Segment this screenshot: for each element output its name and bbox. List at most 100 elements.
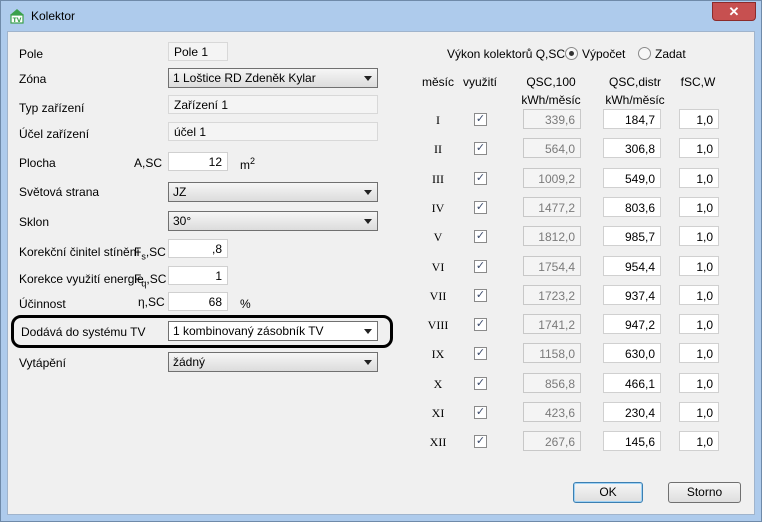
pole-field: Pole 1 xyxy=(168,42,228,61)
qsc100-cell: 1477,2 xyxy=(523,197,581,217)
typ-field[interactable]: Zařízení 1 xyxy=(168,95,378,114)
header-qscdistr-unit: kWh/měsíc xyxy=(605,93,665,107)
storno-button[interactable]: Storno xyxy=(668,482,741,503)
vytapeni-dropdown[interactable]: žádný xyxy=(168,352,378,372)
fsc-cell[interactable]: 1,0 xyxy=(679,314,719,334)
vypocet-radio[interactable] xyxy=(565,47,578,60)
zadat-label[interactable]: Zadat xyxy=(655,47,686,61)
month-label: I xyxy=(436,113,440,127)
zona-label: Zóna xyxy=(19,72,47,86)
ok-button[interactable]: OK xyxy=(573,482,643,503)
header-qsc100: QSC,100 xyxy=(526,75,576,89)
month-label: XI xyxy=(431,406,445,420)
vyuziti-checkbox[interactable]: ✓ xyxy=(474,142,487,155)
vytapeni-value: žádný xyxy=(173,355,206,369)
qscdistr-cell[interactable]: 947,2 xyxy=(603,314,661,334)
vyuziti-checkbox[interactable]: ✓ xyxy=(474,289,487,302)
dialog-window: TV Kolektor ✕ Pole Pole 1 Zóna 1 Loštice… xyxy=(0,0,762,522)
sklon-label: Sklon xyxy=(19,215,50,229)
chevron-down-icon xyxy=(364,329,372,334)
chevron-down-icon xyxy=(364,190,372,195)
chevron-down-icon xyxy=(364,219,372,224)
vyuziti-checkbox[interactable]: ✓ xyxy=(474,406,487,419)
close-icon: ✕ xyxy=(728,4,740,19)
vyuziti-checkbox[interactable]: ✓ xyxy=(474,318,487,331)
strana-label: Světová strana xyxy=(19,185,100,199)
fsc-cell[interactable]: 1,0 xyxy=(679,373,719,393)
header-fsc: fSC,W xyxy=(680,75,716,89)
qscdistr-cell[interactable]: 803,6 xyxy=(603,197,661,217)
fsc-cell[interactable]: 1,0 xyxy=(679,285,719,305)
month-label: VIII xyxy=(427,318,449,332)
ucinnost-label: Účinnost xyxy=(19,297,66,311)
qscdistr-cell[interactable]: 145,6 xyxy=(603,431,661,451)
dodava-value: 1 kombinovaný zásobník TV xyxy=(173,324,324,338)
qsc100-cell: 267,6 xyxy=(523,431,581,451)
qscdistr-cell[interactable]: 630,0 xyxy=(603,343,661,363)
fsc-cell[interactable]: 1,0 xyxy=(679,256,719,276)
qscdistr-cell[interactable]: 306,8 xyxy=(603,138,661,158)
svg-text:TV: TV xyxy=(13,17,22,24)
fsc-cell[interactable]: 1,0 xyxy=(679,402,719,422)
ucel-label: Účel zařízení xyxy=(19,127,90,141)
dodava-dropdown[interactable]: 1 kombinovaný zásobník TV xyxy=(168,321,378,341)
ucinnost-input[interactable]: 68 xyxy=(168,292,228,311)
ucinnost-symbol: η,SC xyxy=(138,295,165,309)
strana-dropdown[interactable]: JZ xyxy=(168,182,378,202)
vyuziti-checkbox[interactable]: ✓ xyxy=(474,347,487,360)
zadat-radio[interactable] xyxy=(638,47,651,60)
qscdistr-cell[interactable]: 184,7 xyxy=(603,109,661,129)
vypocet-label[interactable]: Výpočet xyxy=(582,47,625,61)
vyuziti-checkbox[interactable]: ✓ xyxy=(474,172,487,185)
fsc-cell[interactable]: 1,0 xyxy=(679,168,719,188)
plocha-label: Plocha xyxy=(19,156,56,170)
ucinnost-unit: % xyxy=(240,297,251,311)
fsc-cell[interactable]: 1,0 xyxy=(679,343,719,363)
header-qsc100-unit: kWh/měsíc xyxy=(521,93,581,107)
stineni-input[interactable]: ,8 xyxy=(168,239,228,258)
month-label: X xyxy=(433,377,443,391)
close-button[interactable]: ✕ xyxy=(712,2,756,21)
zona-value: 1 Loštice RD Zdeněk Kylar xyxy=(173,71,316,85)
qscdistr-cell[interactable]: 954,4 xyxy=(603,256,661,276)
qscdistr-cell[interactable]: 549,0 xyxy=(603,168,661,188)
vyuziti-checkbox[interactable]: ✓ xyxy=(474,201,487,214)
qscdistr-cell[interactable]: 230,4 xyxy=(603,402,661,422)
plocha-input[interactable]: 12 xyxy=(168,152,228,171)
ucel-field[interactable]: účel 1 xyxy=(168,122,378,141)
fsc-cell[interactable]: 1,0 xyxy=(679,109,719,129)
qsc100-cell: 1741,2 xyxy=(523,314,581,334)
vyuziti-input[interactable]: 1 xyxy=(168,266,228,285)
qsc100-cell: 339,6 xyxy=(523,109,581,129)
vyuziti-checkbox[interactable]: ✓ xyxy=(474,435,487,448)
typ-label: Typ zařízení xyxy=(19,101,85,115)
fsc-cell[interactable]: 1,0 xyxy=(679,226,719,246)
header-mesic: měsíc xyxy=(421,75,454,89)
month-label: VI xyxy=(431,260,445,274)
chevron-down-icon xyxy=(364,76,372,81)
vyuziti-checkbox[interactable]: ✓ xyxy=(474,113,487,126)
vyuziti-checkbox[interactable]: ✓ xyxy=(474,230,487,243)
month-label: XII xyxy=(429,435,447,449)
sklon-dropdown[interactable]: 30° xyxy=(168,211,378,231)
vyuziti-label: Korekce využití energie xyxy=(19,272,144,286)
fsc-cell[interactable]: 1,0 xyxy=(679,197,719,217)
qscdistr-cell[interactable]: 985,7 xyxy=(603,226,661,246)
qsc100-cell: 564,0 xyxy=(523,138,581,158)
title-bar[interactable]: TV Kolektor ✕ xyxy=(1,1,761,31)
fsc-cell[interactable]: 1,0 xyxy=(679,431,719,451)
fsc-cell[interactable]: 1,0 xyxy=(679,138,719,158)
qsc100-cell: 1754,4 xyxy=(523,256,581,276)
header-vyuziti: využití xyxy=(462,75,497,89)
qsc100-cell: 1812,0 xyxy=(523,226,581,246)
tv-house-icon: TV xyxy=(9,8,25,24)
qscdistr-cell[interactable]: 466,1 xyxy=(603,373,661,393)
vyuziti-checkbox[interactable]: ✓ xyxy=(474,260,487,273)
qsc100-cell: 423,6 xyxy=(523,402,581,422)
qscdistr-cell[interactable]: 937,4 xyxy=(603,285,661,305)
month-label: III xyxy=(432,172,444,186)
zona-dropdown[interactable]: 1 Loštice RD Zdeněk Kylar xyxy=(168,68,378,88)
dialog-client-area: Pole Pole 1 Zóna 1 Loštice RD Zdeněk Kyl… xyxy=(7,31,755,515)
vyuziti-symbol: Fq,SC xyxy=(134,272,167,289)
vyuziti-checkbox[interactable]: ✓ xyxy=(474,377,487,390)
